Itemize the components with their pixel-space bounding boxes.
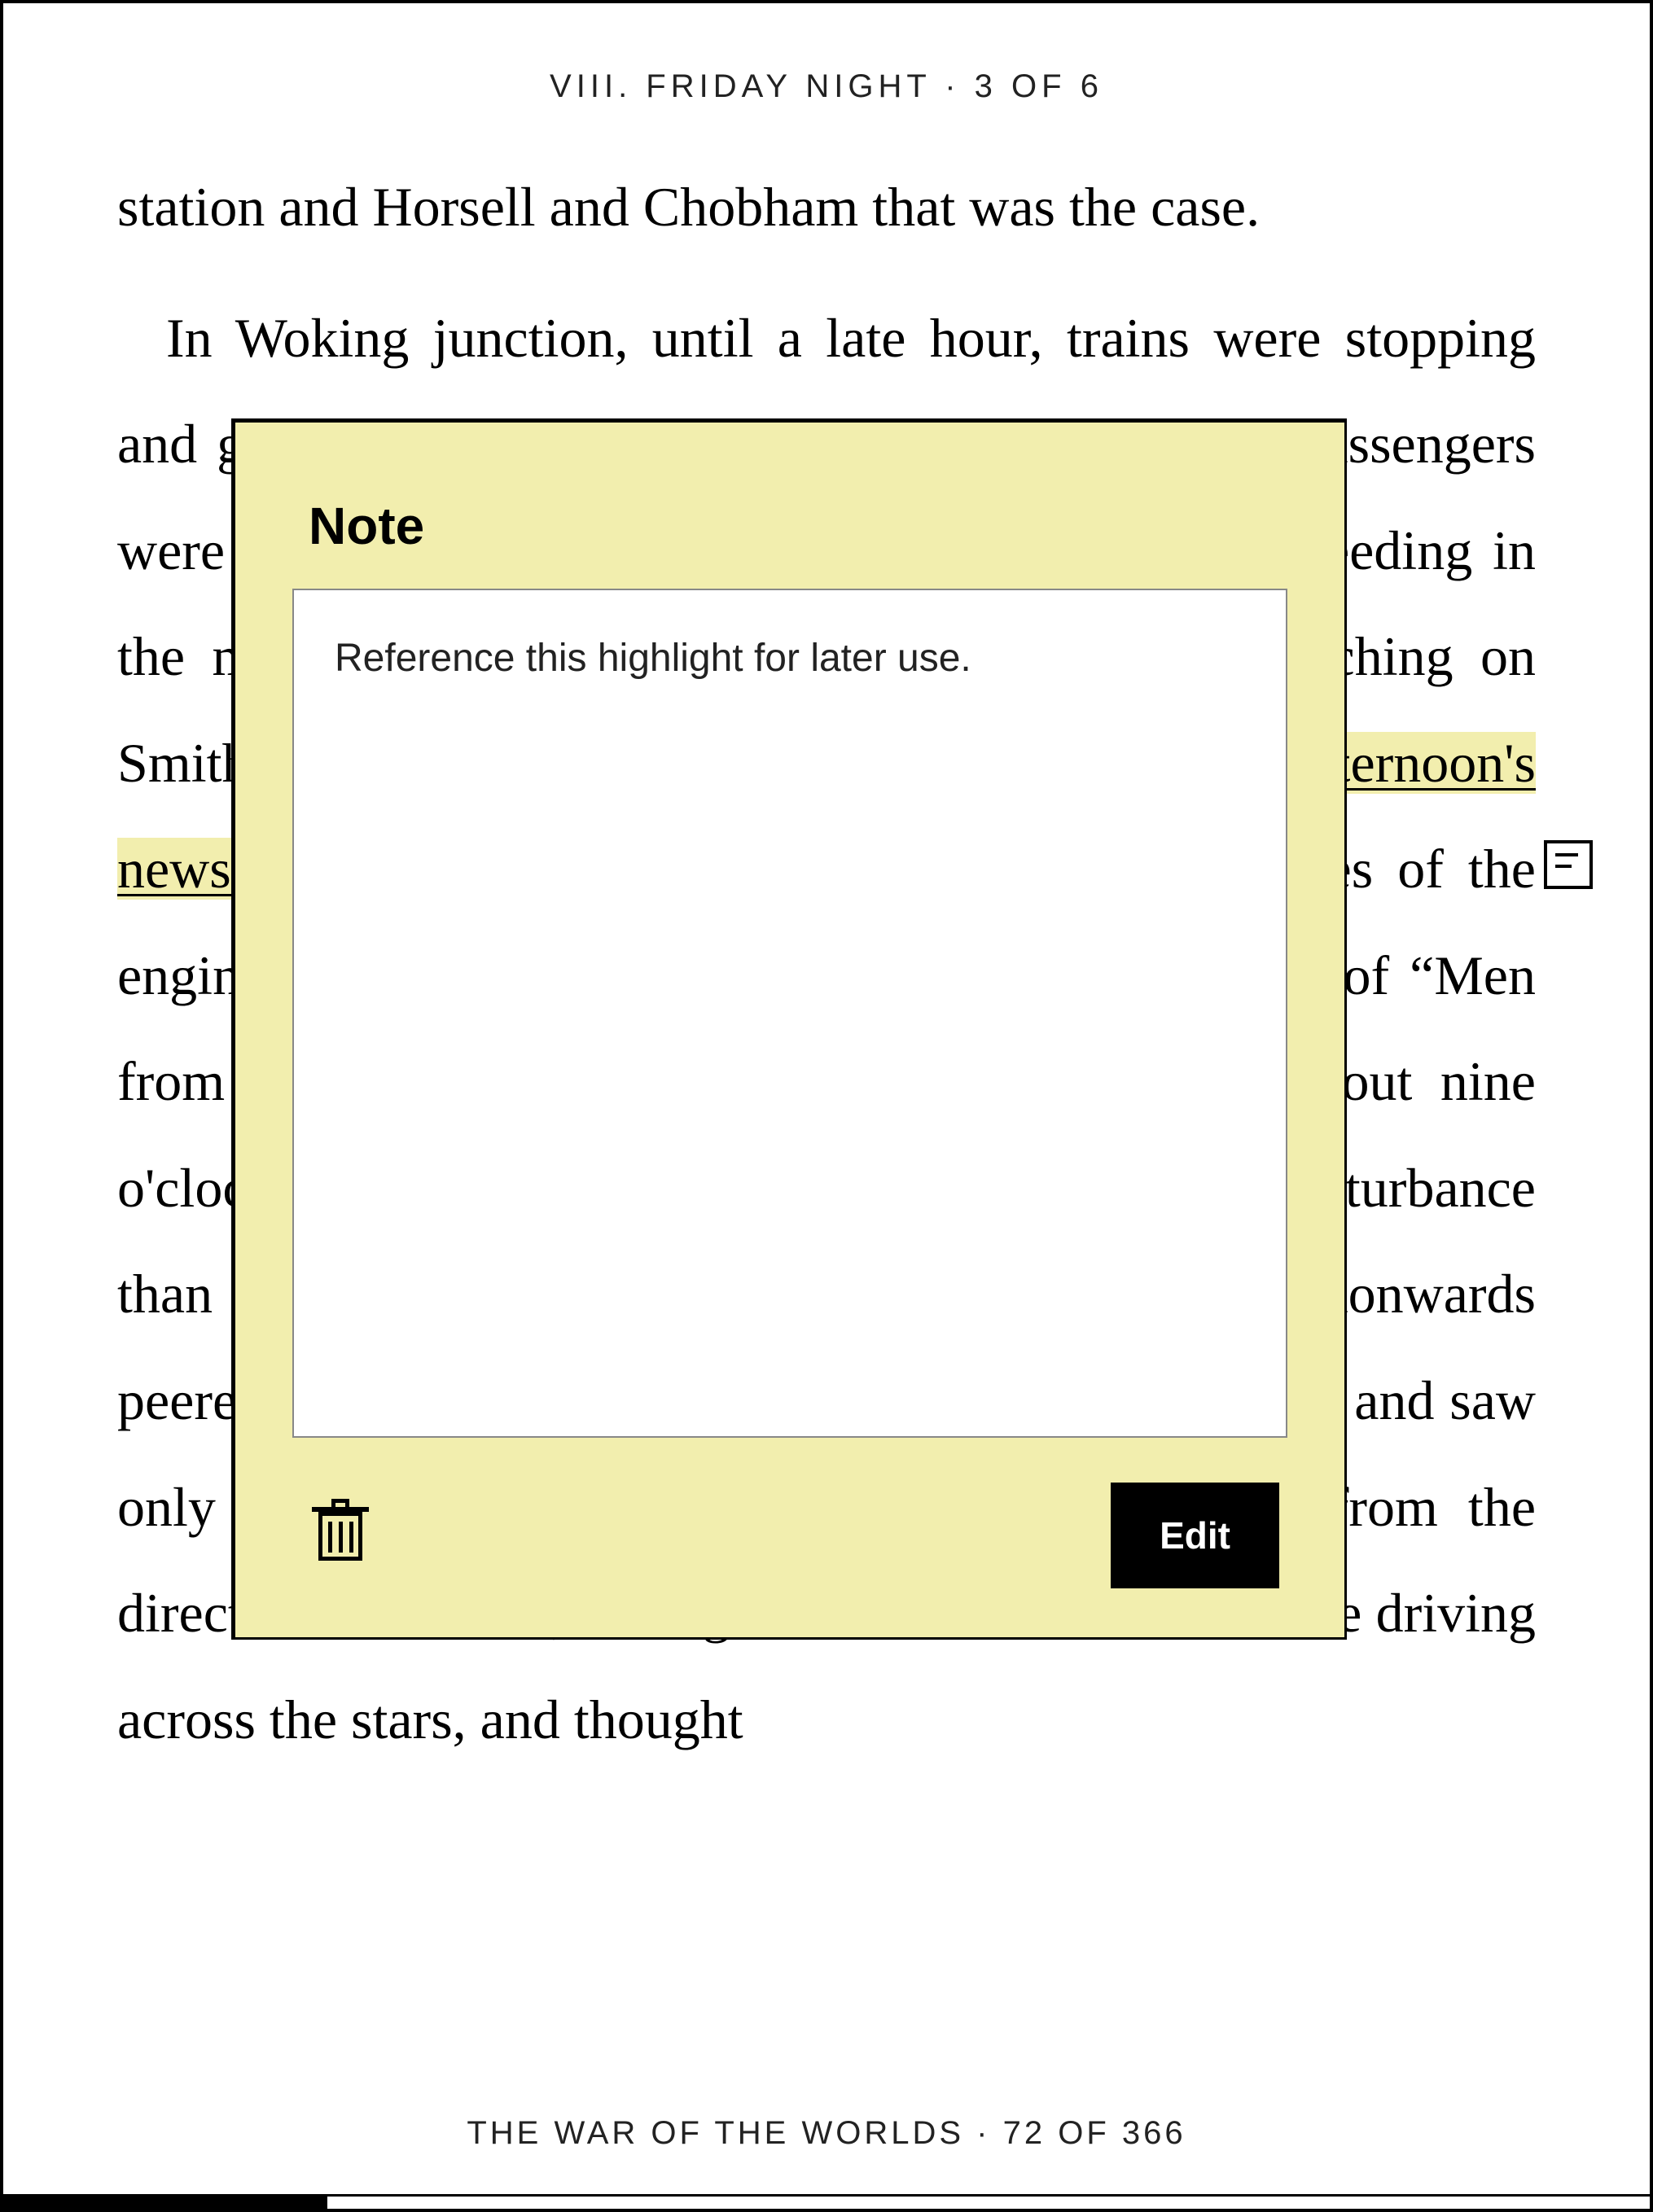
trash-icon[interactable] <box>317 1507 364 1564</box>
progress-fill <box>3 2197 327 2209</box>
note-marker-icon[interactable] <box>1544 840 1593 889</box>
chapter-header: VIII. FRIDAY NIGHT · 3 OF 6 <box>117 44 1536 154</box>
paragraph: station and Horsell and Chobham that was… <box>117 154 1536 261</box>
separator: · <box>931 68 975 104</box>
note-content[interactable]: Reference this highlight for later use. <box>292 589 1287 1438</box>
separator: · <box>964 2115 1003 2151</box>
note-popup: Note Reference this highlight for later … <box>231 418 1347 1640</box>
body-text-fragment: station and Horsell and Chobham that was… <box>117 176 1260 238</box>
chapter-page-current: 3 <box>975 68 998 104</box>
note-popup-title: Note <box>309 496 1287 556</box>
page-current: 72 <box>1003 2115 1046 2151</box>
of-label: OF <box>998 68 1081 104</box>
edit-button[interactable]: Edit <box>1111 1483 1279 1588</box>
book-title: THE WAR OF THE WORLDS <box>467 2115 964 2151</box>
page-total: 366 <box>1122 2115 1186 2151</box>
chapter-label: VIII. FRIDAY NIGHT <box>550 68 931 104</box>
page-footer: THE WAR OF THE WORLDS · 72 OF 366 <box>3 2115 1650 2152</box>
note-actions: Edit <box>292 1438 1287 1588</box>
chapter-page-total: 6 <box>1081 68 1103 104</box>
of-label: OF <box>1046 2115 1122 2151</box>
progress-bar[interactable] <box>3 2194 1650 2209</box>
